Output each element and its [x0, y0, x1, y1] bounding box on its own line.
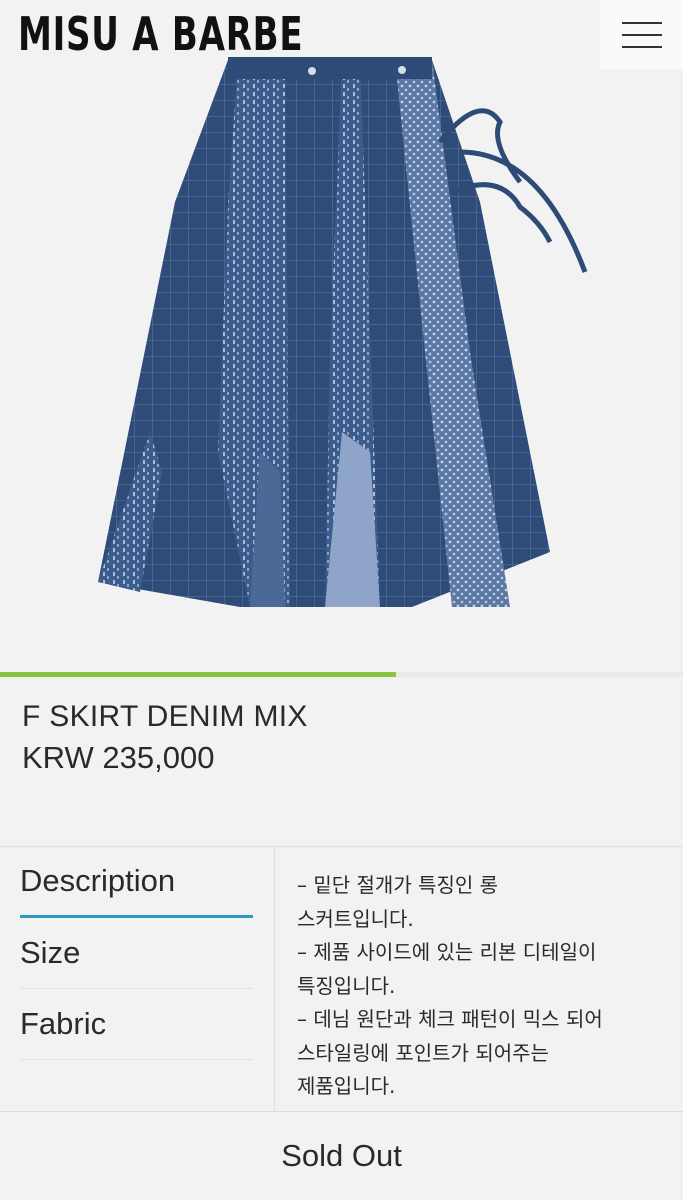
gallery-progress-fill	[0, 672, 397, 677]
info-tabs: Description Size Fabric	[20, 847, 253, 1060]
description-line: 제품입니다.	[297, 1074, 396, 1098]
menu-line	[621, 22, 662, 24]
tab-fabric[interactable]: Fabric	[20, 989, 253, 1060]
description-line: 스커트입니다.	[297, 906, 414, 931]
gallery-progress-bar	[0, 672, 683, 677]
description-line: 스타일링에 포인트가 되어주는	[297, 1040, 549, 1065]
vertical-divider	[274, 847, 275, 1111]
hamburger-menu-icon[interactable]	[600, 0, 683, 70]
product-price: KRW 235,000	[22, 740, 215, 775]
menu-line	[621, 34, 662, 36]
sold-out-button[interactable]: Sold Out	[0, 1112, 683, 1200]
tab-size[interactable]: Size	[20, 918, 253, 989]
menu-line	[621, 46, 662, 48]
description-line: – 밑단 절개가 특징인 롱	[297, 873, 499, 897]
product-image[interactable]	[80, 52, 610, 622]
product-name: F SKIRT DENIM MIX	[22, 700, 308, 733]
description-line: – 제품 사이드에 있는 리본 디테일이	[297, 940, 597, 964]
tab-description[interactable]: Description	[20, 847, 253, 918]
description-line: – 데님 원단과 체크 패턴이 믹스 되어	[297, 1007, 603, 1031]
product-info-panel: Description Size Fabric – 밑단 절개가 특징인 롱 스…	[0, 846, 683, 1112]
description-line: 특징입니다.	[297, 973, 396, 998]
description-text: – 밑단 절개가 특징인 롱 스커트입니다. – 제품 사이드에 있는 리본 디…	[297, 869, 669, 1104]
